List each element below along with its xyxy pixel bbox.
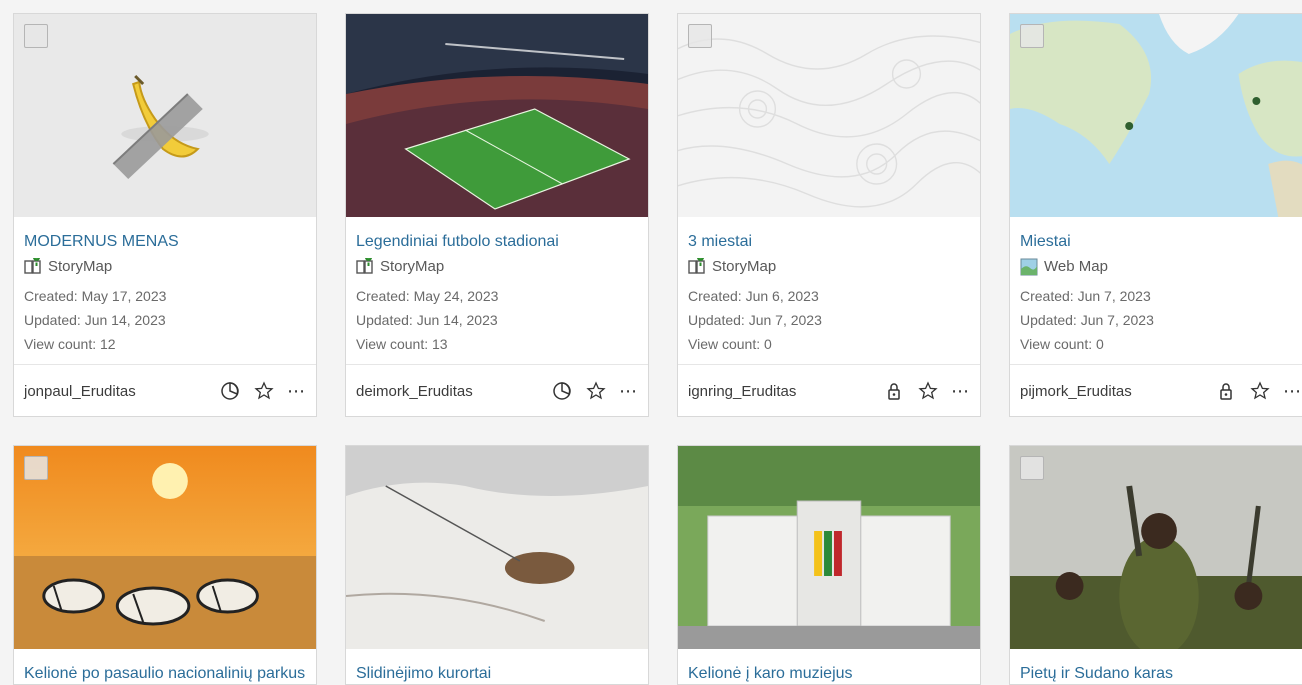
item-meta: Created: May 24, 2023 Updated: Jun 14, 2… bbox=[356, 284, 638, 356]
shared-organization-icon[interactable] bbox=[219, 380, 241, 402]
more-options-icon[interactable]: ⋯ bbox=[1283, 380, 1302, 402]
card-thumbnail[interactable] bbox=[346, 446, 648, 649]
item-card[interactable]: Kelionė į karo muziejus bbox=[677, 445, 981, 685]
item-owner[interactable]: pijmork_Eruditas bbox=[1020, 383, 1215, 400]
web-map-icon bbox=[1020, 258, 1038, 276]
card-thumbnail[interactable] bbox=[1010, 446, 1302, 649]
card-thumbnail[interactable] bbox=[678, 446, 980, 649]
card-thumbnail[interactable] bbox=[14, 446, 316, 649]
item-card[interactable]: 3 miestai StoryMap Created: Jun 6, 2023 … bbox=[677, 13, 981, 417]
item-title-link[interactable]: Slidinėjimo kurortai bbox=[356, 663, 638, 684]
content-grid: MODERNUS MENAS StoryMap Created: May 17,… bbox=[13, 13, 1302, 685]
card-footer: jonpaul_Eruditas ⋯ bbox=[14, 365, 316, 416]
private-lock-icon[interactable] bbox=[1215, 380, 1237, 402]
item-card[interactable]: Slidinėjimo kurortai bbox=[345, 445, 649, 685]
card-footer: deimork_Eruditas ⋯ bbox=[346, 365, 648, 416]
item-type-label: StoryMap bbox=[712, 258, 777, 275]
created-date: Created: Jun 7, 2023 bbox=[1020, 288, 1151, 304]
updated-date: Updated: Jun 7, 2023 bbox=[1020, 312, 1154, 328]
more-options-icon[interactable]: ⋯ bbox=[287, 380, 306, 402]
item-title-link[interactable]: Kelionė į karo muziejus bbox=[688, 663, 970, 684]
private-lock-icon[interactable] bbox=[883, 380, 905, 402]
item-meta: Created: Jun 6, 2023 Updated: Jun 7, 202… bbox=[688, 284, 970, 356]
card-footer: ignring_Eruditas ⋯ bbox=[678, 365, 980, 416]
soldiers-image bbox=[1010, 446, 1302, 649]
more-options-icon[interactable]: ⋯ bbox=[951, 380, 970, 402]
select-checkbox[interactable] bbox=[1020, 456, 1044, 480]
favorite-star-icon[interactable] bbox=[1249, 380, 1271, 402]
select-checkbox[interactable] bbox=[1020, 24, 1044, 48]
item-meta: Created: Jun 7, 2023 Updated: Jun 7, 202… bbox=[1020, 284, 1302, 356]
item-card[interactable]: MODERNUS MENAS StoryMap Created: May 17,… bbox=[13, 13, 317, 417]
item-card[interactable]: Legendiniai futbolo stadionai StoryMap C… bbox=[345, 13, 649, 417]
more-options-icon[interactable]: ⋯ bbox=[619, 380, 638, 402]
item-type: StoryMap bbox=[24, 256, 306, 278]
item-card[interactable]: Kelionė po pasaulio nacionalinių parkus bbox=[13, 445, 317, 685]
created-date: Created: May 24, 2023 bbox=[356, 288, 499, 304]
item-title-link[interactable]: Pietų ir Sudano karas bbox=[1020, 663, 1302, 684]
item-owner[interactable]: jonpaul_Eruditas bbox=[24, 383, 219, 400]
view-count: View count: 0 bbox=[1020, 336, 1104, 352]
view-count: View count: 0 bbox=[688, 336, 772, 352]
created-date: Created: May 17, 2023 bbox=[24, 288, 167, 304]
item-owner[interactable]: ignring_Eruditas bbox=[688, 383, 883, 400]
view-count: View count: 12 bbox=[24, 336, 116, 352]
card-thumbnail[interactable] bbox=[14, 14, 316, 217]
select-checkbox[interactable] bbox=[688, 24, 712, 48]
item-meta: Created: May 17, 2023 Updated: Jun 14, 2… bbox=[24, 284, 306, 356]
item-type-label: StoryMap bbox=[48, 258, 113, 275]
item-type-label: Web Map bbox=[1044, 258, 1108, 275]
war-museum-building-image bbox=[678, 446, 980, 649]
updated-date: Updated: Jun 14, 2023 bbox=[24, 312, 166, 328]
item-title-link[interactable]: Kelionė po pasaulio nacionalinių parkus bbox=[24, 663, 306, 684]
favorite-star-icon[interactable] bbox=[917, 380, 939, 402]
created-date: Created: Jun 6, 2023 bbox=[688, 288, 819, 304]
item-title-link[interactable]: 3 miestai bbox=[688, 231, 970, 253]
topographic-pattern-image bbox=[678, 14, 980, 217]
favorite-star-icon[interactable] bbox=[253, 380, 275, 402]
shared-organization-icon[interactable] bbox=[551, 380, 573, 402]
storymap-icon bbox=[24, 258, 41, 274]
updated-date: Updated: Jun 14, 2023 bbox=[356, 312, 498, 328]
updated-date: Updated: Jun 7, 2023 bbox=[688, 312, 822, 328]
item-type: StoryMap bbox=[356, 256, 638, 278]
item-title-link[interactable]: Miestai bbox=[1020, 231, 1302, 253]
item-card[interactable]: Miestai Web Map Created: Jun 7, 2023 Upd… bbox=[1009, 13, 1302, 417]
card-thumbnail[interactable] bbox=[1010, 14, 1302, 217]
item-title-link[interactable]: Legendiniai futbolo stadionai bbox=[356, 231, 638, 253]
card-thumbnail[interactable] bbox=[346, 14, 648, 217]
storymap-icon bbox=[356, 258, 373, 274]
view-count: View count: 13 bbox=[356, 336, 448, 352]
storymap-icon bbox=[688, 258, 705, 274]
stadium-image bbox=[346, 14, 648, 217]
savanna-zebras-image bbox=[14, 446, 316, 649]
item-card[interactable]: Pietų ir Sudano karas bbox=[1009, 445, 1302, 685]
item-title-link[interactable]: MODERNUS MENAS bbox=[24, 231, 306, 253]
item-type: Web Map bbox=[1020, 256, 1302, 278]
select-checkbox[interactable] bbox=[24, 24, 48, 48]
favorite-star-icon[interactable] bbox=[585, 380, 607, 402]
snowy-slope-image bbox=[346, 446, 648, 649]
banana-artwork-image bbox=[14, 14, 316, 217]
card-footer: pijmork_Eruditas ⋯ bbox=[1010, 365, 1302, 416]
item-type: StoryMap bbox=[688, 256, 970, 278]
world-map-image bbox=[1010, 14, 1302, 217]
select-checkbox[interactable] bbox=[24, 456, 48, 480]
item-type-label: StoryMap bbox=[380, 258, 445, 275]
item-owner[interactable]: deimork_Eruditas bbox=[356, 383, 551, 400]
card-thumbnail[interactable] bbox=[678, 14, 980, 217]
